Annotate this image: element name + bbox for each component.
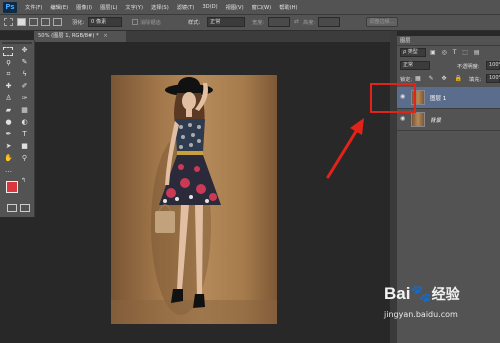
- paw-icon: 🐾: [410, 284, 432, 303]
- fashion-model-photo: [111, 77, 277, 324]
- height-label: 高度:: [303, 20, 316, 26]
- visibility-eye-icon[interactable]: ◉: [400, 116, 407, 122]
- close-tab-icon[interactable]: ×: [103, 33, 107, 39]
- menu-view[interactable]: 视图(V): [226, 4, 244, 11]
- menu-window[interactable]: 窗口(W): [252, 4, 272, 11]
- antialias-label: 消除锯齿: [140, 20, 161, 26]
- intersect-selection-icon[interactable]: [53, 18, 62, 26]
- rect-marquee-tool-icon[interactable]: [3, 47, 13, 56]
- annotation-arrow: [326, 118, 364, 179]
- document-tab[interactable]: 50% (图层 1, RGB/8#) * ×: [34, 31, 126, 42]
- highlight-box: [370, 83, 416, 113]
- refine-edge-button[interactable]: 调整边缘...: [366, 17, 398, 27]
- watermark-brand-text: Bai: [384, 284, 411, 303]
- menu-file[interactable]: 文件(F): [25, 4, 42, 11]
- menu-bar: Ps 文件(F) 编辑(E) 图像(I) 图层(L) 文字(Y) 选择(S) 滤…: [0, 0, 500, 15]
- hand-tool-icon[interactable]: ✋: [3, 153, 14, 163]
- history-brush-tool-icon[interactable]: ✑: [19, 93, 30, 103]
- height-input[interactable]: [318, 17, 340, 27]
- opacity-input[interactable]: 100%: [486, 61, 500, 70]
- layer-name[interactable]: 背景: [430, 116, 441, 124]
- crop-tool-icon[interactable]: ⌗: [3, 69, 14, 79]
- menu-image[interactable]: 图像(I): [76, 4, 92, 11]
- layer-kind-filter[interactable]: ρ 类型: [400, 48, 426, 57]
- gradient-tool-icon[interactable]: ▦: [19, 105, 30, 115]
- style-select[interactable]: 正常: [207, 17, 245, 27]
- feather-label: 羽化:: [72, 20, 85, 26]
- screen-mode-icon[interactable]: [20, 204, 30, 212]
- lock-label: 锁定:: [400, 77, 413, 83]
- lasso-tool-icon[interactable]: ϙ: [3, 57, 14, 67]
- type-tool-icon[interactable]: T: [19, 129, 30, 139]
- new-selection-icon[interactable]: [17, 18, 26, 26]
- blur-tool-icon[interactable]: ●: [3, 117, 14, 127]
- menu-layer[interactable]: 图层(L): [100, 4, 117, 11]
- panel-divider: [397, 45, 500, 46]
- width-input[interactable]: [268, 17, 290, 27]
- opacity-label: 不透明度:: [457, 64, 480, 70]
- pen-tool-icon[interactable]: ✒: [3, 129, 14, 139]
- fill-input[interactable]: 100%: [486, 74, 500, 83]
- move-tool-icon[interactable]: ✥: [19, 45, 30, 55]
- quick-mask-icon[interactable]: [7, 204, 17, 212]
- layer-thumbnail: [411, 112, 425, 127]
- width-label: 宽度:: [252, 20, 265, 26]
- menu-help[interactable]: 帮助(H): [279, 4, 297, 11]
- antialias-checkbox[interactable]: [132, 19, 138, 25]
- filter-icons[interactable]: ▣ ◎ T ⬚ ▤: [430, 49, 482, 56]
- layer-name[interactable]: 图层 1: [430, 94, 446, 102]
- menu-filter[interactable]: 滤镜(T): [177, 4, 195, 11]
- tools-panel-grip[interactable]: [2, 42, 32, 44]
- swap-colors-icon[interactable]: ↰: [21, 177, 26, 184]
- menu-type[interactable]: 文字(Y): [125, 4, 143, 11]
- watermark-brand2-text: 经验: [431, 286, 460, 302]
- add-selection-icon[interactable]: [29, 18, 38, 26]
- layers-panel-title[interactable]: 图层: [400, 37, 410, 44]
- photo-canvas[interactable]: [111, 75, 277, 324]
- fill-label: 填充:: [469, 77, 482, 83]
- foreground-color-swatch[interactable]: [6, 181, 18, 193]
- baidu-jingyan-watermark: Bai🐾经验 jingyan.baidu.com: [380, 284, 500, 324]
- document-tab-label: 50% (图层 1, RGB/8#) *: [38, 33, 99, 39]
- swap-icon[interactable]: ⇄: [294, 18, 299, 25]
- edit-toolbar-icon[interactable]: …: [3, 165, 14, 175]
- eraser-tool-icon[interactable]: ▰: [3, 105, 14, 115]
- dodge-tool-icon[interactable]: ◐: [19, 117, 30, 127]
- healing-brush-tool-icon[interactable]: ✚: [3, 81, 14, 91]
- menu-3d[interactable]: 3D(D): [202, 4, 217, 10]
- blend-mode-select[interactable]: 正常: [400, 61, 430, 70]
- tools-panel: ✥ ϙ ✎ ⌗ ϟ ✚ ✐ ♙ ✑ ▰ ▦ ● ◐ ✒ T ➤ ■ ✋ ⚲ … …: [0, 40, 35, 217]
- lock-icons[interactable]: ▦ ✎ ✥ 🔒: [415, 75, 465, 82]
- marquee-tool-icon[interactable]: [4, 18, 13, 26]
- brush-tool-icon[interactable]: ✐: [19, 81, 30, 91]
- clone-stamp-tool-icon[interactable]: ♙: [3, 93, 14, 103]
- menu-edit[interactable]: 编辑(E): [50, 4, 68, 11]
- photoshop-logo: Ps: [3, 1, 17, 13]
- subtract-selection-icon[interactable]: [41, 18, 50, 26]
- eyedropper-tool-icon[interactable]: ϟ: [19, 69, 30, 79]
- style-label: 样式:: [188, 20, 201, 26]
- watermark-brand: Bai🐾经验: [384, 284, 460, 304]
- menu-select[interactable]: 选择(S): [151, 4, 169, 11]
- watermark-url: jingyan.baidu.com: [384, 310, 458, 319]
- zoom-tool-icon[interactable]: ⚲: [19, 153, 30, 163]
- quick-select-tool-icon[interactable]: ✎: [19, 57, 30, 67]
- shape-tool-icon[interactable]: ■: [19, 141, 30, 151]
- options-bar: 羽化: 0 像素 消除锯齿 样式: 正常 宽度: ⇄ 高度: 调整边缘...: [0, 15, 500, 31]
- path-select-tool-icon[interactable]: ➤: [3, 141, 14, 151]
- feather-input[interactable]: 0 像素: [88, 17, 122, 27]
